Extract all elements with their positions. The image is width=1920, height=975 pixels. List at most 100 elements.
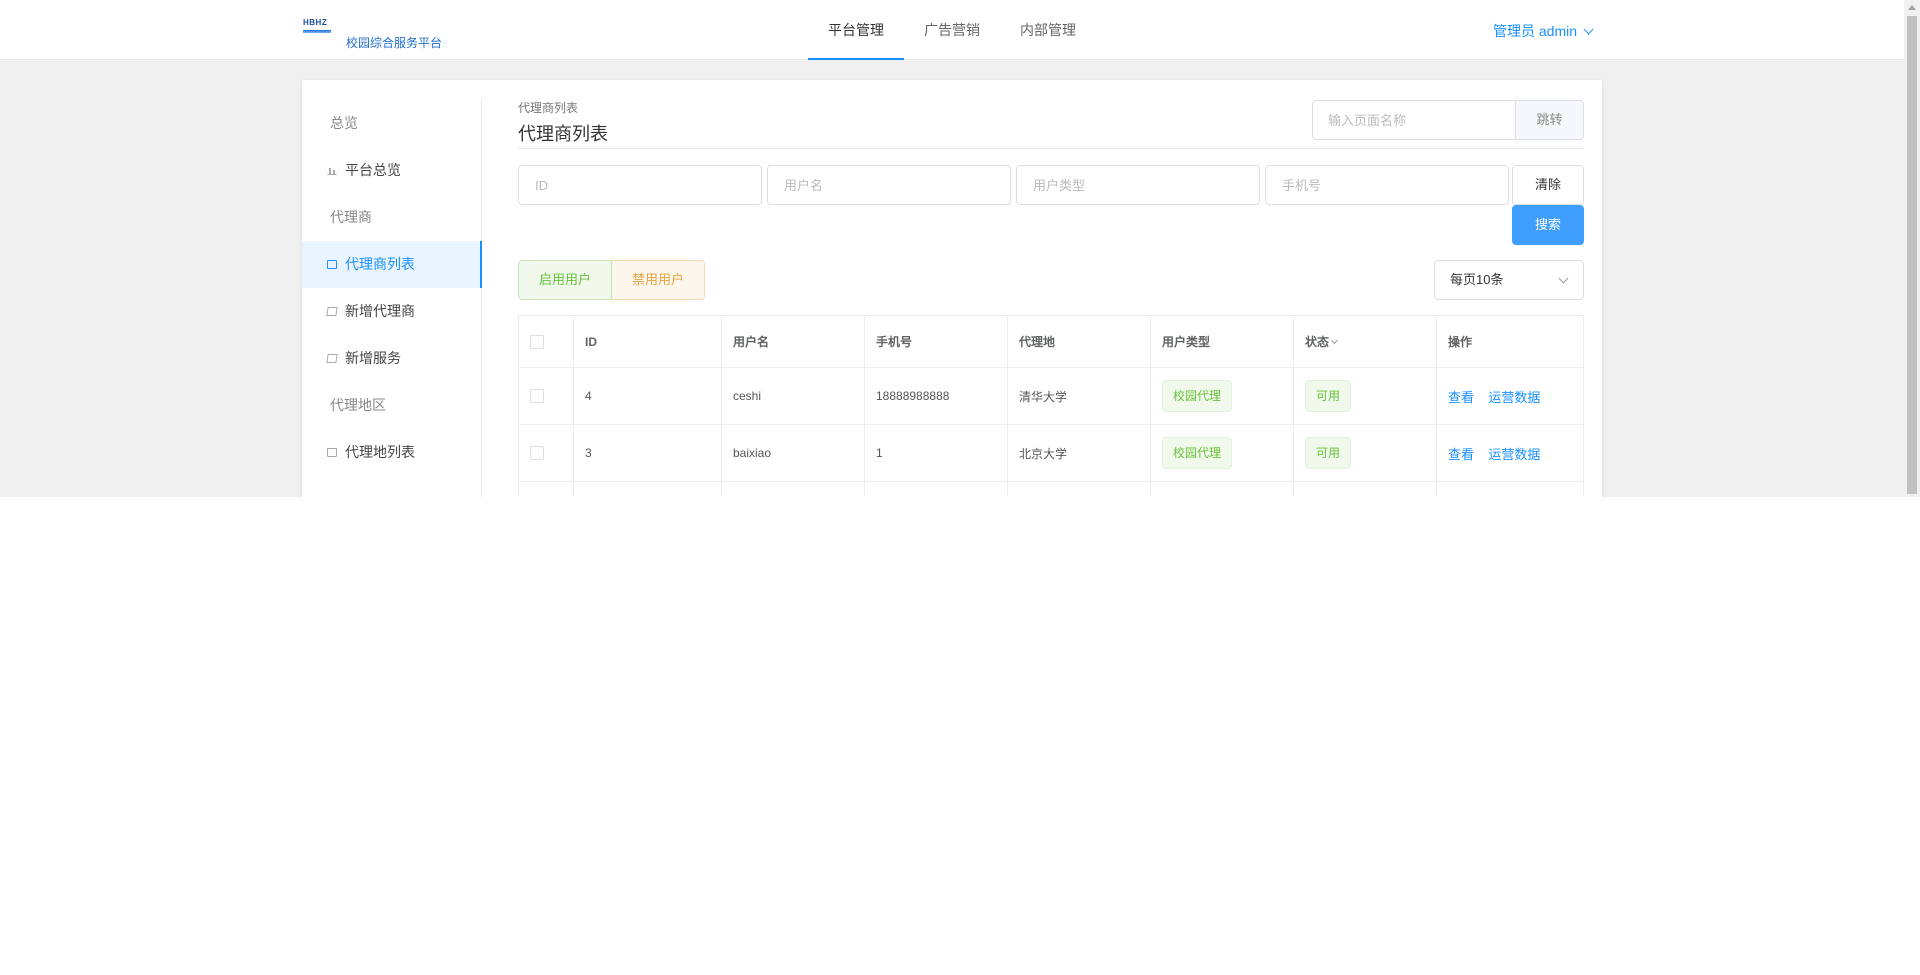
- agent-table: ID 用户名 手机号 代理地 用户类型 状态 操作 4 ceshi 188889…: [518, 315, 1584, 497]
- edit-icon: [326, 307, 338, 316]
- enable-users-button[interactable]: 启用用户: [518, 260, 613, 300]
- row-checkbox[interactable]: [530, 389, 544, 404]
- cell-region: 北京大学: [1007, 424, 1151, 482]
- cell-status: [1293, 481, 1437, 497]
- select-all-checkbox[interactable]: [530, 334, 544, 349]
- cell-actions: [1436, 481, 1584, 497]
- disable-users-button[interactable]: 禁用用户: [612, 260, 706, 300]
- table-row-partial: [518, 481, 1584, 497]
- breadcrumb: 代理商列表: [518, 101, 579, 115]
- page-title: 代理商列表: [518, 124, 608, 144]
- jump-button[interactable]: 跳转: [1515, 101, 1583, 139]
- vertical-scrollbar[interactable]: [1904, 0, 1920, 497]
- column-header-actions: 操作: [1436, 315, 1584, 368]
- row-checkbox[interactable]: [530, 446, 544, 461]
- phone-filter-input[interactable]: [1265, 165, 1509, 205]
- row-select-cell: [518, 481, 574, 497]
- username-filter-input[interactable]: [767, 165, 1011, 205]
- column-header-usertype: 用户类型: [1150, 315, 1294, 368]
- column-header-region: 代理地: [1007, 315, 1151, 368]
- nav-internal-management[interactable]: 内部管理: [1000, 0, 1096, 60]
- calendar-icon: [327, 448, 337, 457]
- user-status-toggles: 启用用户 禁用用户: [518, 260, 706, 300]
- page-viewport: HBHZ 校园综合服务平台 平台管理 广告营销 内部管理 管理员 admin 总…: [0, 0, 1904, 497]
- filter-bar: [518, 165, 1509, 205]
- column-header-username: 用户名: [721, 315, 865, 368]
- sidebar-item-add-service[interactable]: 新增服务: [302, 335, 481, 382]
- sidebar-item-add-agent[interactable]: 新增代理商: [302, 288, 481, 335]
- sidebar-item-label: 代理商列表: [345, 256, 415, 272]
- operation-data-link[interactable]: 运营数据: [1488, 447, 1540, 462]
- top-header: HBHZ 校园综合服务平台 平台管理 广告营销 内部管理 管理员 admin: [0, 0, 1904, 60]
- status-badge: 可用: [1305, 380, 1352, 412]
- cell-region: 清华大学: [1007, 367, 1151, 425]
- usertype-tag: 校园代理: [1162, 380, 1233, 412]
- table-row: 4 ceshi 18888988888 清华大学 校园代理 可用 查看 运营数据: [518, 367, 1584, 425]
- main-card: 总览 平台总览 代理商 代理商列表 新增代理商 新增服务 代理地区 代理地列表: [302, 80, 1602, 497]
- cell-region: [1007, 481, 1151, 497]
- sidebar-item-platform-overview[interactable]: 平台总览: [302, 147, 481, 194]
- sidebar-group-region: 代理地区: [330, 397, 386, 413]
- cell-username: ceshi: [721, 367, 865, 425]
- table-row: 3 baixiao 1 北京大学 校园代理 可用 查看 运营数据: [518, 424, 1584, 482]
- cell-phone: 18888988888: [864, 367, 1008, 425]
- cell-username: [721, 481, 865, 497]
- cell-actions: 查看 运营数据: [1436, 424, 1584, 482]
- chevron-down-icon: [1558, 273, 1569, 284]
- cell-usertype: [1150, 481, 1294, 497]
- status-badge: 可用: [1305, 437, 1352, 469]
- sidebar-item-agent-list[interactable]: 代理商列表: [302, 241, 482, 288]
- page-size-value: 每页10条: [1450, 272, 1504, 287]
- scrollbar-thumb[interactable]: [1907, 16, 1917, 494]
- nav-platform-management[interactable]: 平台管理: [808, 0, 904, 60]
- user-menu[interactable]: 管理员 admin: [1493, 21, 1594, 41]
- sidebar-item-region-list[interactable]: 代理地列表: [302, 429, 481, 476]
- nav-ad-marketing[interactable]: 广告营销: [904, 0, 1000, 60]
- usertype-filter-input[interactable]: [1016, 165, 1260, 205]
- status-header-label: 状态: [1305, 335, 1330, 349]
- row-select-cell: [518, 424, 574, 482]
- row-select-cell: [518, 367, 574, 425]
- clear-button[interactable]: 清除: [1512, 165, 1584, 205]
- search-button[interactable]: 搜索: [1512, 205, 1584, 245]
- operation-data-link[interactable]: 运营数据: [1488, 390, 1540, 405]
- cell-id: [573, 481, 722, 497]
- cell-id: 3: [573, 424, 722, 482]
- id-filter-input[interactable]: [518, 165, 762, 205]
- sidebar: 总览 平台总览 代理商 代理商列表 新增代理商 新增服务 代理地区 代理地列表: [302, 100, 482, 497]
- brand-name: 校园综合服务平台: [346, 36, 443, 50]
- column-header-id: ID: [573, 315, 722, 368]
- cell-usertype: 校园代理: [1150, 424, 1294, 482]
- cell-usertype: 校园代理: [1150, 367, 1294, 425]
- cell-phone: [864, 481, 1008, 497]
- sidebar-group-overview: 总览: [330, 115, 358, 131]
- page-size-select[interactable]: 每页10条: [1434, 260, 1584, 300]
- user-label: 管理员 admin: [1493, 23, 1578, 39]
- calendar-icon: [327, 260, 337, 269]
- sort-chevron-icon: [1330, 336, 1339, 345]
- title-divider: [518, 148, 1584, 149]
- sidebar-item-label: 新增服务: [345, 350, 401, 366]
- sidebar-item-label: 平台总览: [345, 162, 401, 178]
- cell-status: 可用: [1293, 424, 1437, 482]
- cell-id: 4: [573, 367, 722, 425]
- cell-phone: 1: [864, 424, 1008, 482]
- usertype-tag: 校园代理: [1162, 437, 1233, 469]
- brand-logo[interactable]: HBHZ: [303, 18, 333, 36]
- column-header-status[interactable]: 状态: [1293, 315, 1437, 368]
- view-link[interactable]: 查看: [1448, 390, 1474, 405]
- cell-status: 可用: [1293, 367, 1437, 425]
- sidebar-group-agent: 代理商: [330, 209, 372, 225]
- top-navigation: 平台管理 广告营销 内部管理: [808, 0, 1096, 60]
- bar-chart-icon: [327, 166, 337, 175]
- view-link[interactable]: 查看: [1448, 447, 1474, 462]
- cell-username: baixiao: [721, 424, 865, 482]
- page-jump: 跳转: [1312, 100, 1584, 140]
- edit-icon: [326, 354, 338, 363]
- sidebar-item-label: 新增代理商: [345, 303, 415, 319]
- page-jump-input[interactable]: [1313, 101, 1515, 139]
- logo-text: HBHZ: [303, 18, 328, 27]
- logo-stripe: [303, 30, 331, 33]
- sidebar-item-label: 代理地列表: [345, 444, 415, 460]
- scroll-up-arrow-icon[interactable]: [1908, 5, 1916, 10]
